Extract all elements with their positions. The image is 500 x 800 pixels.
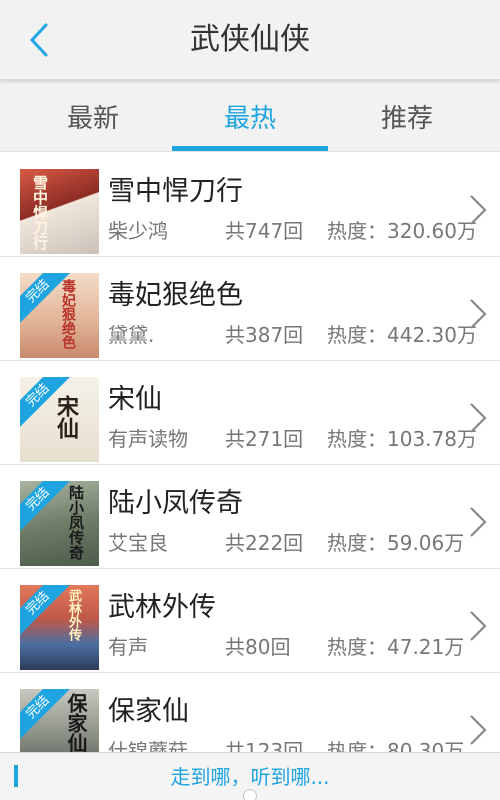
chevron-right-icon [470,715,487,745]
book-author: 艾宝良 [108,531,168,555]
book-author: 有声 [108,635,148,659]
book-row[interactable]: 雪中悍刀行 雪中悍刀行 柴少鸿 共747回 热度：320.60万 [0,153,500,257]
tab-bar: 最新 最热 推荐 [0,80,500,152]
book-row[interactable]: 陆小凤传奇 完结 陆小凤传奇 艾宝良 共222回 热度：59.06万 [0,465,500,569]
book-title: 毒妃狠绝色 [108,280,243,311]
heat-value: 热度：442.30万 [327,323,477,347]
book-author: 有声读物 [108,427,188,451]
player-handle[interactable] [243,789,257,800]
book-author: 黛黛. [108,323,155,347]
book-row[interactable]: 宋仙 完结 宋仙 有声读物 共271回 热度：103.78万 [0,361,500,465]
app-header: 武侠仙侠 [0,0,500,80]
heat-value: 热度：47.21万 [327,635,465,659]
book-title: 陆小凤传奇 [108,488,243,519]
chevron-right-icon [470,611,487,641]
book-row[interactable]: 毒妃狠绝色 完结 毒妃狠绝色 黛黛. 共387回 热度：442.30万 [0,257,500,361]
page-title: 武侠仙侠 [190,22,310,57]
book-title: 宋仙 [108,384,162,415]
book-cover: 毒妃狠绝色 完结 [20,273,99,358]
tab-latest[interactable]: 最新 [10,80,176,152]
episode-count: 共80回 [225,635,291,659]
episode-count: 共387回 [225,323,304,347]
book-cover: 武林外传 完结 [20,585,99,670]
tab-recommended[interactable]: 推荐 [324,80,490,152]
episode-count: 共747回 [225,219,304,243]
heat-value: 热度：103.78万 [327,427,477,451]
chevron-right-icon [470,403,487,433]
player-bar[interactable]: 走到哪，听到哪... [0,752,500,800]
chevron-right-icon [470,299,487,329]
book-author: 柴少鸿 [108,219,168,243]
active-tab-indicator [172,146,328,151]
book-list: 雪中悍刀行 雪中悍刀行 柴少鸿 共747回 热度：320.60万 毒妃狠绝色 完… [0,153,500,777]
episode-count: 共271回 [225,427,304,451]
book-row[interactable]: 武林外传 完结 武林外传 有声 共80回 热度：47.21万 [0,569,500,673]
episode-count: 共222回 [225,531,304,555]
book-cover: 陆小凤传奇 完结 [20,481,99,566]
chevron-right-icon [470,507,487,537]
book-cover: 雪中悍刀行 [20,169,99,254]
tab-hottest[interactable]: 最热 [167,80,333,152]
book-title: 保家仙 [108,696,189,727]
book-title: 武林外传 [108,592,216,623]
book-cover: 宋仙 完结 [20,377,99,462]
heat-value: 热度：59.06万 [327,531,465,555]
book-title: 雪中悍刀行 [108,176,243,207]
heat-value: 热度：320.60万 [327,219,477,243]
chevron-right-icon [470,195,487,225]
